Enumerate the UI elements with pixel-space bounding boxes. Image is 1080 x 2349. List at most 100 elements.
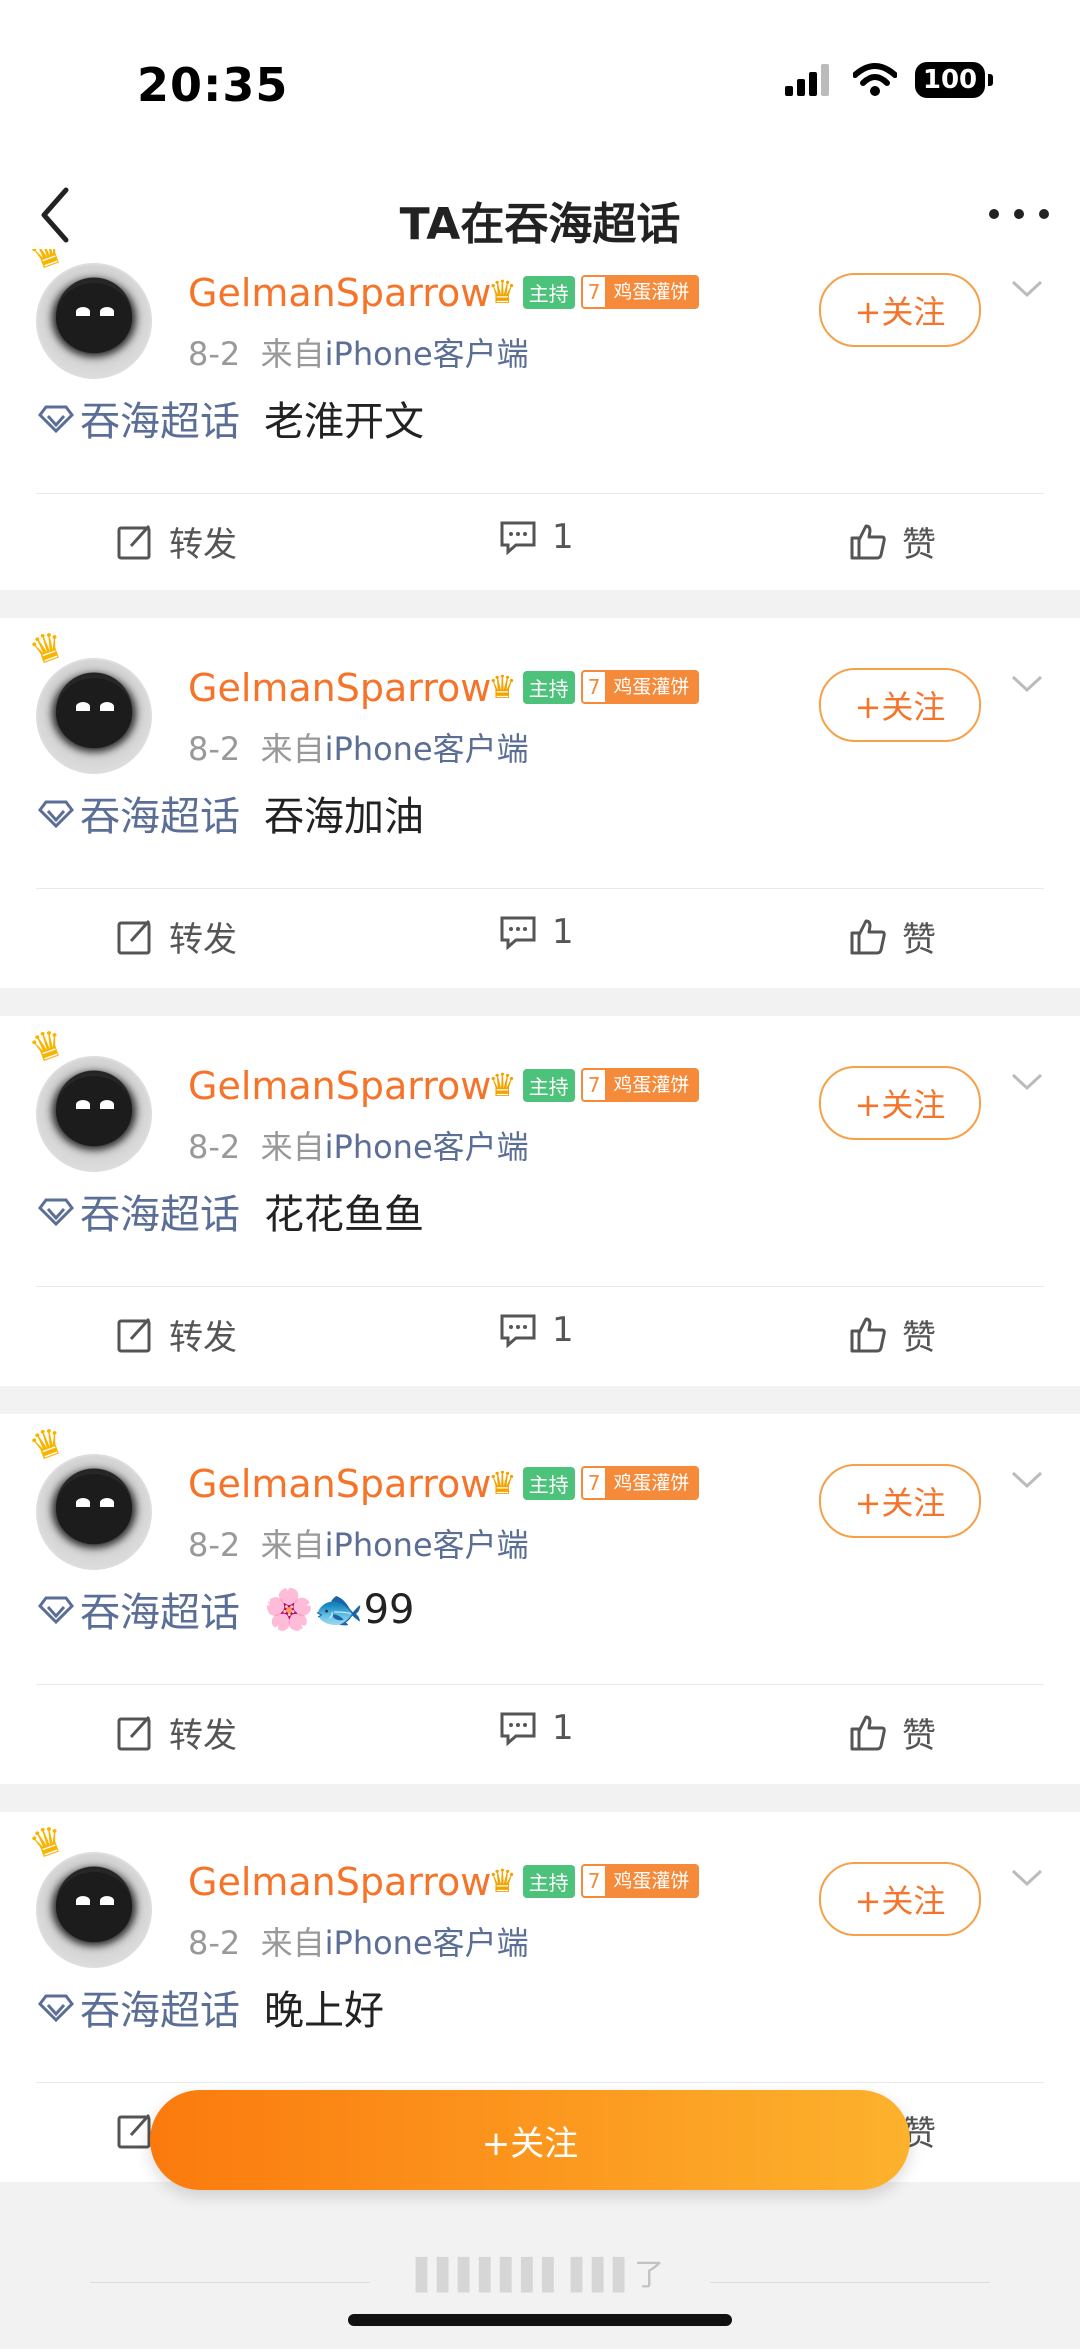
repost-button[interactable]: 转发 [115,912,237,961]
topic-link[interactable]: 吞海超话 [80,1182,240,1240]
topic-link[interactable]: 吞海超话 [80,784,240,842]
comment-icon [500,1712,536,1747]
battery-indicator: 100 [915,62,993,98]
chevron-down-icon[interactable] [1010,279,1044,299]
vip-crown-icon: ♛ [488,1862,517,1900]
vip-crown-icon: ♛ [488,1464,517,1502]
level-badge: 7 鸡蛋灌饼 [580,670,700,704]
topic-link[interactable]: 吞海超话 [80,1978,240,2036]
home-indicator[interactable] [348,2314,732,2326]
follow-button[interactable]: +关注 [819,1862,981,1936]
post-card[interactable]: ♛ GelmanSparrow ♛ 主持 7 鸡蛋灌饼 8-2 来自iPhone客… [0,618,1080,988]
divider [36,2082,1044,2083]
post-meta: 8-2 来自iPhone客户端 [188,730,529,768]
level-badge: 7 鸡蛋灌饼 [580,1864,700,1898]
follow-button[interactable]: +关注 [819,1066,981,1140]
topic-diamond-icon [38,1596,74,1624]
comment-button[interactable]: 1 [498,912,574,952]
repost-icon [117,919,151,954]
post-content: 吞海超话 老淮开文 [38,389,424,447]
comment-icon [500,916,536,951]
username[interactable]: GelmanSparrow [188,1462,491,1506]
floating-follow-button[interactable]: +关注 [150,2090,910,2190]
comment-button[interactable]: 1 [498,1310,574,1350]
avatar[interactable]: ♛ [24,1417,152,1570]
user-badges: ♛ 主持 7 鸡蛋灌饼 [488,668,700,706]
divider [36,493,1044,494]
chevron-down-icon[interactable] [1010,1470,1044,1490]
topic-link[interactable]: 吞海超话 [80,1580,240,1638]
post-content: 吞海超话 花花鱼鱼 [38,1182,424,1240]
like-button[interactable]: 赞 [848,1708,936,1757]
username[interactable]: GelmanSparrow [188,1860,491,1904]
level-badge: 7 鸡蛋灌饼 [580,1068,700,1102]
follow-button[interactable]: +关注 [819,668,981,742]
status-icons: 100 [785,62,993,98]
post-meta: 8-2 来自iPhone客户端 [188,335,529,373]
follow-button[interactable]: +关注 [819,273,981,347]
repost-button[interactable]: 转发 [115,517,237,566]
avatar[interactable]: ♛ [24,249,152,379]
comment-button[interactable]: 1 [498,1708,574,1748]
comment-icon [500,1314,536,1349]
post-actions: 转发 1 赞 [0,1708,1080,1768]
host-badge: 主持 [522,670,575,704]
like-button[interactable]: 赞 [848,912,936,961]
topic-diamond-icon [38,1994,74,2022]
avatar[interactable]: ♛ [24,1019,152,1172]
host-badge: 主持 [522,1068,575,1102]
status-bar: 20:35 100 [0,0,1080,160]
status-time: 20:35 [137,58,289,112]
host-badge: 主持 [522,275,575,309]
chevron-down-icon[interactable] [1010,1868,1044,1888]
divider [36,1286,1044,1287]
post-card[interactable]: ♛ GelmanSparrow ♛ 主持 7 鸡蛋灌饼 8-2 来自iPhone客… [0,249,1080,590]
footer-text: 了 [634,2258,665,2293]
like-button[interactable]: 赞 [848,1310,936,1359]
post-card[interactable]: ♛ GelmanSparrow ♛ 主持 7 鸡蛋灌饼 8-2 来自iPhone客… [0,1414,1080,1784]
topic-diamond-icon [38,1198,74,1226]
like-icon [850,1317,886,1352]
wifi-icon [853,63,897,96]
footer-status: ▌▌▌▌▌▌▌ ▌▌▌了 [415,2258,665,2293]
avatar[interactable]: ♛ [24,1815,152,1968]
avatar[interactable]: ♛ [24,621,152,774]
like-button[interactable]: 赞 [848,517,936,566]
chevron-down-icon[interactable] [1010,674,1044,694]
repost-button[interactable]: 转发 [115,1708,237,1757]
divider [36,1684,1044,1685]
comment-icon [500,521,536,556]
post-actions: 转发 1 赞 [0,517,1080,577]
user-badges: ♛ 主持 7 鸡蛋灌饼 [488,273,700,311]
comment-button[interactable]: 1 [498,517,574,557]
repost-icon [117,1715,151,1750]
topic-diamond-icon [38,800,74,828]
more-icon[interactable] [984,194,1054,234]
username[interactable]: GelmanSparrow [188,666,491,710]
post-actions: 转发 1 赞 [0,912,1080,972]
topic-link[interactable]: 吞海超话 [80,389,240,447]
signal-icon [785,64,829,96]
post-text: 吞海加油 [264,794,424,840]
post-text: 🌸🐟99 [264,1586,415,1633]
host-badge: 主持 [522,1864,575,1898]
post-meta: 8-2 来自iPhone客户端 [188,1128,529,1166]
repost-icon [117,2113,151,2148]
repost-button[interactable]: 转发 [115,1310,237,1359]
username[interactable]: GelmanSparrow [188,1064,491,1108]
chevron-down-icon[interactable] [1010,1072,1044,1092]
post-content: 吞海超话 晚上好 [38,1978,384,2036]
host-badge: 主持 [522,1466,575,1500]
topic-diamond-icon [38,405,74,433]
post-text: 老淮开文 [264,399,424,445]
username[interactable]: GelmanSparrow [188,271,491,315]
follow-button[interactable]: +关注 [819,1464,981,1538]
user-badges: ♛ 主持 7 鸡蛋灌饼 [488,1862,700,1900]
post-meta: 8-2 来自iPhone客户端 [188,1526,529,1564]
page-title: TA在吞海超话 [399,199,681,250]
post-feed: ♛ GelmanSparrow ♛ 主持 7 鸡蛋灌饼 8-2 来自iPhone客… [0,249,1080,2210]
vip-crown-icon: ♛ [488,668,517,706]
like-icon [850,1715,886,1750]
post-meta: 8-2 来自iPhone客户端 [188,1924,529,1962]
post-card[interactable]: ♛ GelmanSparrow ♛ 主持 7 鸡蛋灌饼 8-2 来自iPhone客… [0,1016,1080,1386]
